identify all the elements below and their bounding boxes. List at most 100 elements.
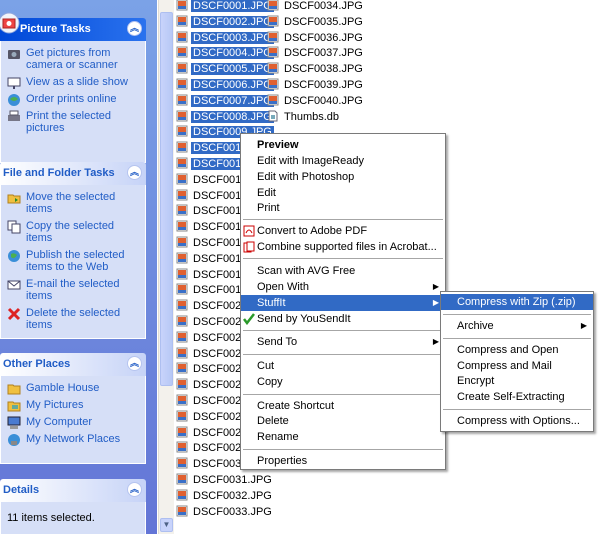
menu-item-rename[interactable]: Rename xyxy=(241,429,445,445)
file-name: DSCF0004.JPG xyxy=(191,47,274,60)
menu-item-delete[interactable]: Delete xyxy=(241,413,445,429)
menu-item-cut[interactable]: Cut xyxy=(241,358,445,374)
task-email-items[interactable]: E-mail the selected items xyxy=(7,278,141,302)
jpg-image-icon xyxy=(176,457,188,469)
menu-item-scan-avg[interactable]: Scan with AVG Free xyxy=(241,263,445,279)
globe-icon xyxy=(8,94,20,106)
jpg-image-icon xyxy=(176,0,188,11)
file-item[interactable]: DSCF0040.JPG xyxy=(267,93,365,109)
menu-item-edit-photoshop[interactable]: Edit with Photoshop xyxy=(241,169,445,185)
file-item[interactable]: DSCF0003.JPG xyxy=(176,30,274,46)
submenu-item-encrypt[interactable]: Encrypt xyxy=(441,373,593,389)
collapse-chevron-icon[interactable]: ︽ xyxy=(127,482,142,497)
file-item[interactable]: DSCF0007.JPG xyxy=(176,93,274,109)
menu-item-create-shortcut[interactable]: Create Shortcut xyxy=(241,398,445,414)
menu-item-edit-imageready[interactable]: Edit with ImageReady xyxy=(241,153,445,169)
picture-tasks-header[interactable]: Picture Tasks ︽ xyxy=(0,12,146,41)
jpg-image-icon xyxy=(176,46,188,58)
menu-item-convert-pdf[interactable]: Convert to Adobe PDF xyxy=(241,223,445,239)
file-item[interactable]: Thumbs.db xyxy=(267,109,341,125)
file-name: DSCF0040.JPG xyxy=(284,94,363,107)
submenu-item-compress-open[interactable]: Compress and Open xyxy=(441,342,593,358)
file-item[interactable]: DSCF0039.JPG xyxy=(267,77,365,93)
jpg-image-icon xyxy=(176,157,188,169)
menu-item-properties[interactable]: Properties xyxy=(241,453,445,469)
menu-item-open-with[interactable]: Open With ▶ xyxy=(241,279,445,295)
other-places-title: Other Places xyxy=(3,358,71,370)
place-gamble-house[interactable]: Gamble House xyxy=(7,382,141,395)
computer-icon xyxy=(7,416,21,429)
file-item[interactable]: DSCF0001.JPG xyxy=(176,0,274,14)
place-my-computer[interactable]: My Computer xyxy=(7,416,141,429)
menu-item-send-to[interactable]: Send To ▶ xyxy=(241,334,445,350)
task-get-pictures[interactable]: Get pictures from camera or scanner xyxy=(7,47,141,71)
details-body: 11 items selected. xyxy=(0,502,146,534)
menu-item-edit[interactable]: Edit xyxy=(241,185,445,201)
menu-item-print[interactable]: Print xyxy=(241,200,445,216)
file-name: DSCF0003.JPG xyxy=(191,31,274,44)
file-folder-tasks-title: File and Folder Tasks xyxy=(3,167,115,179)
menu-item-copy[interactable]: Copy xyxy=(241,374,445,390)
submenu-item-compress-options[interactable]: Compress with Options... xyxy=(441,413,593,429)
file-item[interactable]: DSCF0034.JPG xyxy=(267,0,365,14)
jpg-image-icon xyxy=(176,94,188,106)
file-item[interactable]: DSCF0035.JPG xyxy=(267,14,365,30)
submenu-item-self-extracting[interactable]: Create Self-Extracting xyxy=(441,389,593,405)
email-icon xyxy=(7,280,21,290)
task-move-items[interactable]: Move the selected items xyxy=(7,191,141,215)
file-item[interactable]: DSCF0006.JPG xyxy=(176,77,274,93)
file-item[interactable]: DSCF0005.JPG xyxy=(176,61,274,77)
file-item[interactable]: DSCF0008.JPG xyxy=(176,109,274,125)
submenu-item-compress-zip[interactable]: Compress with Zip (.zip) xyxy=(441,294,593,310)
task-copy-items[interactable]: Copy the selected items xyxy=(7,220,141,244)
submenu-item-archive[interactable]: Archive ▶ xyxy=(441,318,593,334)
menu-item-preview[interactable]: Preview xyxy=(241,137,445,153)
scrollbar-thumb[interactable] xyxy=(160,12,173,386)
task-slide-show[interactable]: View as a slide show xyxy=(7,76,141,89)
jpg-image-icon xyxy=(176,110,188,122)
file-item[interactable]: DSCF0033.JPG xyxy=(176,504,274,520)
file-name: DSCF0005.JPG xyxy=(191,63,274,76)
place-my-network[interactable]: My Network Places xyxy=(7,433,141,446)
submenu-item-compress-mail[interactable]: Compress and Mail xyxy=(441,358,593,374)
file-item[interactable]: DSCF0038.JPG xyxy=(267,61,365,77)
slideshow-icon xyxy=(7,77,21,89)
menu-item-yousendit[interactable]: Send by YouSendIt xyxy=(241,311,445,327)
task-print-pictures[interactable]: Print the selected pictures xyxy=(7,110,141,134)
file-item[interactable]: DSCF0031.JPG xyxy=(176,472,274,488)
jpg-image-icon xyxy=(176,78,188,90)
file-item[interactable]: DSCF0004.JPG xyxy=(176,45,274,61)
menu-separator xyxy=(243,354,443,355)
menu-item-stuffit[interactable]: StuffIt ▶ xyxy=(241,295,445,311)
jpg-image-icon xyxy=(176,125,188,137)
file-item[interactable]: DSCF0037.JPG xyxy=(267,45,365,61)
place-my-pictures[interactable]: My Pictures xyxy=(7,399,141,412)
details-title: Details xyxy=(3,484,40,496)
move-folder-icon xyxy=(7,194,21,204)
task-publish-web[interactable]: Publish the selected items to the Web xyxy=(7,249,141,273)
publish-globe-icon xyxy=(8,250,20,262)
details-header[interactable]: Details ︽ xyxy=(0,479,146,502)
menu-separator xyxy=(243,330,443,331)
picture-tasks-icon xyxy=(0,12,20,34)
task-order-prints[interactable]: Order prints online xyxy=(7,93,141,106)
task-pane: Picture Tasks ︽ Get pictures from camera… xyxy=(0,0,157,534)
scroll-down-arrow-icon[interactable]: ▼ xyxy=(160,518,173,532)
file-item[interactable]: DSCF0036.JPG xyxy=(267,30,365,46)
collapse-chevron-icon[interactable]: ︽ xyxy=(127,165,142,180)
menu-item-combine-acrobat[interactable]: Combine supported files in Acrobat... xyxy=(241,239,445,255)
vertical-scrollbar[interactable]: ▼ xyxy=(158,0,174,534)
file-item[interactable]: DSCF0002.JPG xyxy=(176,14,274,30)
submenu-arrow-icon: ▶ xyxy=(432,298,439,307)
copy-icon xyxy=(7,220,21,234)
jpg-image-icon xyxy=(267,31,279,43)
jpg-image-icon xyxy=(176,426,188,438)
file-item[interactable]: DSCF0032.JPG xyxy=(176,488,274,504)
file-folder-tasks-header[interactable]: File and Folder Tasks ︽ xyxy=(0,162,146,185)
task-delete-items[interactable]: Delete the selected items xyxy=(7,307,141,331)
submenu-arrow-icon: ▶ xyxy=(432,282,439,291)
jpg-image-icon xyxy=(176,441,188,453)
collapse-chevron-icon[interactable]: ︽ xyxy=(127,21,142,36)
collapse-chevron-icon[interactable]: ︽ xyxy=(127,356,142,371)
other-places-header[interactable]: Other Places ︽ xyxy=(0,353,146,376)
